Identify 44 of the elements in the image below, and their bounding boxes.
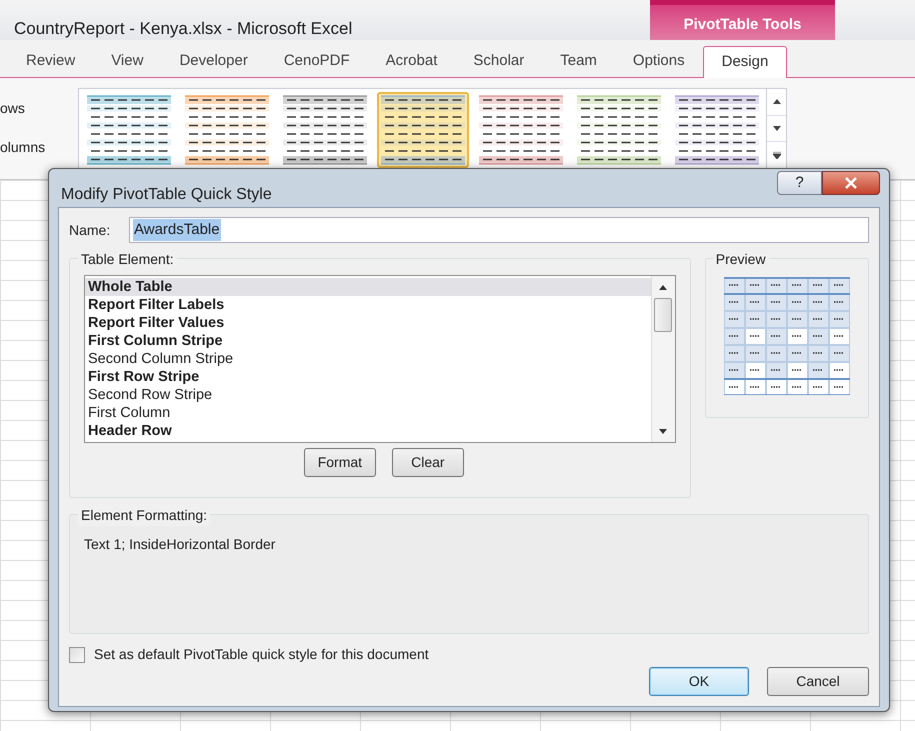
- selected-text: AwardsTable: [133, 218, 221, 242]
- ribbon-tab[interactable]: Developer: [161, 45, 266, 77]
- table-element-item[interactable]: Report Filter Labels: [85, 296, 651, 314]
- table-element-item[interactable]: Header Row: [85, 422, 651, 440]
- window-title: CountryReport - Kenya.xlsx - Microsoft Excel: [13, 18, 352, 40]
- element-formatting-text: Text 1; InsideHorizontal Border: [84, 536, 276, 552]
- help-button[interactable]: ?: [777, 171, 822, 195]
- cancel-button[interactable]: Cancel: [767, 667, 869, 696]
- default-checkbox[interactable]: [69, 646, 85, 662]
- default-checkbox-label: Set as default PivotTable quick style for this document: [94, 645, 429, 664]
- scroll-thumb[interactable]: [654, 298, 672, 332]
- ribbon-tab[interactable]: Scholar: [455, 45, 542, 77]
- up-arrow-icon: [659, 285, 668, 290]
- dialog-title: Modify PivotTable Quick Style: [60, 185, 272, 205]
- ribbon-tab[interactable]: Options: [614, 45, 703, 77]
- close-button[interactable]: [822, 171, 880, 195]
- up-arrow-icon: [772, 99, 780, 104]
- ribbon-tab[interactable]: View: [93, 45, 162, 77]
- down-arrow-icon: [659, 429, 668, 434]
- table-element-item[interactable]: Whole Table: [85, 278, 651, 296]
- ribbon-tab[interactable]: Acrobat: [368, 45, 456, 77]
- dialog-button[interactable]: Format: [304, 448, 376, 477]
- ribbon-option-label[interactable]: ows: [0, 98, 78, 119]
- more-icon: [772, 152, 780, 159]
- ribbon-option-label[interactable]: olumns: [0, 137, 78, 158]
- name-label: Name:: [69, 220, 112, 240]
- table-element-item[interactable]: First Row Stripe: [85, 368, 651, 386]
- ribbon-tab[interactable]: Team: [542, 45, 615, 77]
- table-element-item[interactable]: Second Row Stripe: [85, 386, 651, 404]
- ribbon-tab[interactable]: Review: [8, 45, 94, 77]
- table-element-item[interactable]: Report Filter Values: [85, 314, 651, 332]
- table-element-item[interactable]: Second Column Stripe: [85, 350, 651, 368]
- ribbon-tab[interactable]: CenoPDF: [266, 45, 368, 77]
- scrollbar[interactable]: [650, 276, 675, 442]
- down-arrow-icon: [772, 126, 780, 131]
- dialog-button[interactable]: Clear: [392, 448, 464, 477]
- table-style-thumbnail[interactable]: [377, 92, 469, 168]
- ribbon-tab[interactable]: Design: [702, 46, 788, 78]
- table-element-item[interactable]: First Column Stripe: [85, 332, 651, 350]
- table-element-item[interactable]: First Column: [85, 404, 651, 422]
- close-icon: [844, 177, 858, 189]
- context-tab-group: PivotTable Tools: [650, 0, 835, 40]
- name-input-field[interactable]: AwardsTable: [129, 217, 869, 243]
- ok-button[interactable]: OK: [649, 667, 749, 696]
